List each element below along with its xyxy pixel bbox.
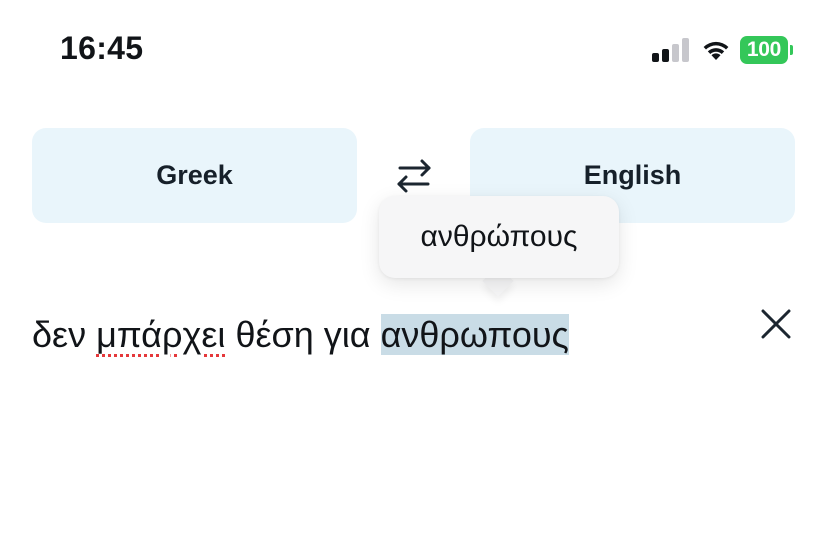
battery-icon: 100 [740,36,793,64]
input-word: δεν [32,314,87,355]
selected-word[interactable]: ανθρωπους [380,314,569,355]
close-icon[interactable] [758,306,794,342]
cellular-signal-icon [652,38,690,62]
source-language-button[interactable]: Greek [32,128,357,223]
status-time: 16:45 [60,30,144,66]
swap-arrows-icon[interactable] [390,152,438,200]
spelling-suggestion-popup[interactable]: ανθρώπους [379,196,619,278]
suggestion-text: ανθρώπους [420,220,578,253]
input-word: θέση [235,314,314,355]
wifi-icon [703,41,729,60]
battery-level: 100 [740,36,788,64]
misspelled-word[interactable]: μπάρχει [96,314,225,355]
input-word: για [323,314,371,355]
source-language-label: Greek [156,160,233,190]
target-language-label: English [583,160,682,190]
source-text-input[interactable]: δεν μπάρχει θέση για ανθρωπους [32,308,569,362]
